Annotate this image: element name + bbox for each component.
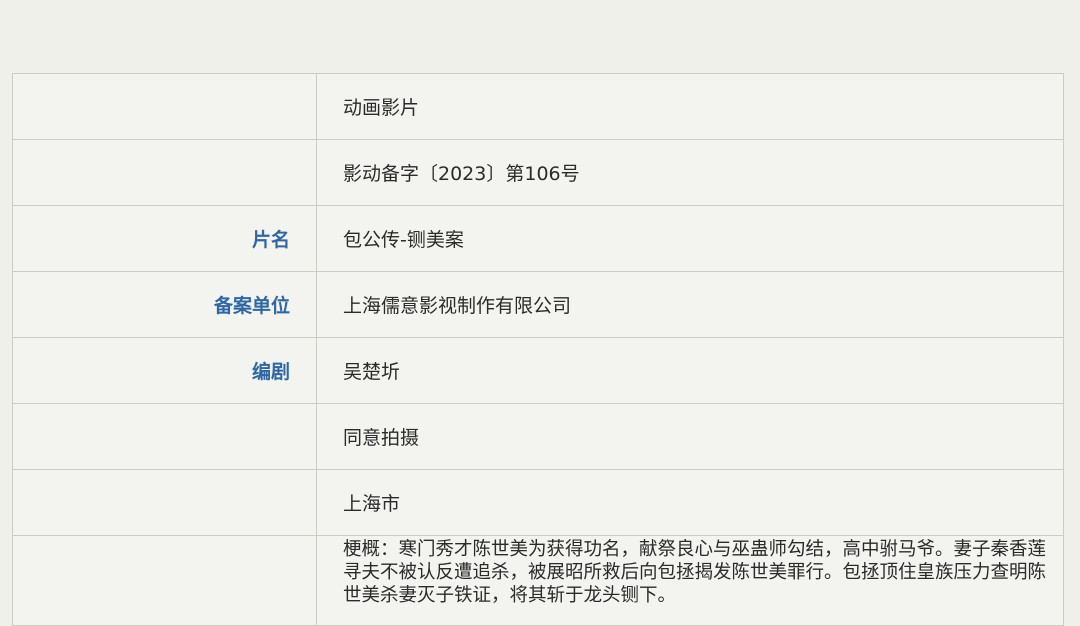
row-label-company: 备案单位 (12, 271, 317, 338)
record-row-writer: 编剧 吴楚圻 (12, 337, 1064, 404)
row-value-number: 影动备字〔2023〕第106号 (316, 139, 1064, 206)
record-row-location: 上海市 (12, 469, 1064, 536)
row-value-company: 上海儒意影视制作有限公司 (316, 271, 1064, 338)
record-row-summary: 梗概：寒门秀才陈世美为获得功名，献祭良心与巫蛊师勾结，高中驸马爷。妻子秦香莲寻夫… (12, 535, 1064, 626)
row-label-title: 片名 (12, 205, 317, 272)
row-label-summary (12, 535, 317, 626)
row-label-opinion (12, 403, 317, 470)
record-row-opinion: 同意拍摄 (12, 403, 1064, 470)
row-value-type: 动画影片 (316, 73, 1064, 140)
row-value-writer: 吴楚圻 (316, 337, 1064, 404)
row-value-location: 上海市 (316, 469, 1064, 536)
row-value-summary: 梗概：寒门秀才陈世美为获得功名，献祭良心与巫蛊师勾结，高中驸马爷。妻子秦香莲寻夫… (316, 535, 1064, 626)
row-label-location (12, 469, 317, 536)
record-row-type: 动画影片 (12, 73, 1064, 140)
row-value-opinion: 同意拍摄 (316, 403, 1064, 470)
film-record-table: 动画影片 影动备字〔2023〕第106号 片名 包公传-铡美案 备案单位 上海儒… (12, 73, 1064, 626)
row-label-writer: 编剧 (12, 337, 317, 404)
row-value-title: 包公传-铡美案 (316, 205, 1064, 272)
record-row-number: 影动备字〔2023〕第106号 (12, 139, 1064, 206)
record-row-company: 备案单位 上海儒意影视制作有限公司 (12, 271, 1064, 338)
record-row-title: 片名 包公传-铡美案 (12, 205, 1064, 272)
row-label-number (12, 139, 317, 206)
row-label-type (12, 73, 317, 140)
